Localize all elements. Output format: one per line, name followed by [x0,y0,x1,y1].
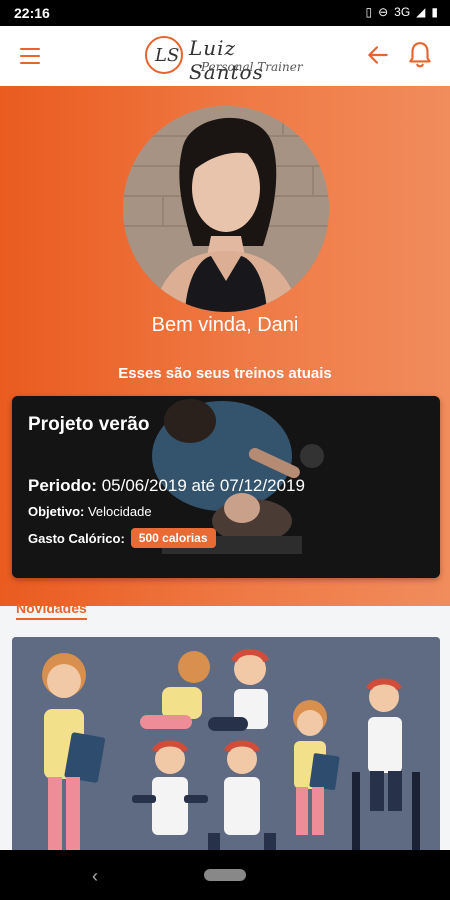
period-value: 05/06/2019 até 07/12/2019 [101,476,305,495]
nav-back-icon[interactable]: ‹ [92,866,98,887]
top-app-bar: LS Luiz Santos Personal Trainer [0,26,450,86]
do-not-disturb-icon: ⊖ [378,5,389,19]
workout-period: Periodo: 05/06/2019 até 07/12/2019 [28,476,305,496]
status-icons: ▯ ⊖ 3G ◢ ▮ [365,5,438,19]
status-bar: 22:16 ▯ ⊖ 3G ◢ ▮ [0,0,450,26]
network-type: 3G [394,5,411,19]
objective-value: Velocidade [87,504,152,519]
welcome-text: Bem vinda, Dani [151,314,299,336]
signal-icon: ◢ [416,5,426,19]
workout-card[interactable]: Projeto verão Periodo: 05/06/2019 até 07… [12,396,440,578]
avatar[interactable] [123,106,329,312]
arrow-left-icon[interactable] [365,42,391,68]
workout-title: Projeto verão [28,414,150,435]
calories-label: Gasto Calórico: [28,530,125,546]
news-section-title: Novidades [16,600,87,620]
avatar-photo [123,106,329,312]
workout-calories: Gasto Calórico: 500 calorias [28,528,216,548]
system-navigation-bar: ‹ [0,850,450,900]
battery-icon: ▮ [431,5,438,19]
brand-logo: LS Luiz Santos Personal Trainer [145,34,315,84]
calories-badge: 500 calorias [130,528,216,548]
status-time: 22:16 [14,5,50,21]
news-card[interactable] [12,637,440,850]
current-workouts-label: Esses são seus treinos atuais [118,365,332,382]
workout-objective: Objetivo: Velocidade [28,504,152,519]
nav-home-pill-icon[interactable] [204,869,246,881]
vibrate-icon: ▯ [365,5,373,19]
objective-label: Objetivo: [28,504,85,519]
hamburger-menu-icon[interactable] [20,48,40,64]
news-illustration [12,637,440,850]
logo-mark: LS [145,36,183,74]
period-label: Periodo: [28,476,97,495]
bell-icon[interactable] [407,40,433,70]
logo-subtitle: Personal Trainer [201,60,303,74]
